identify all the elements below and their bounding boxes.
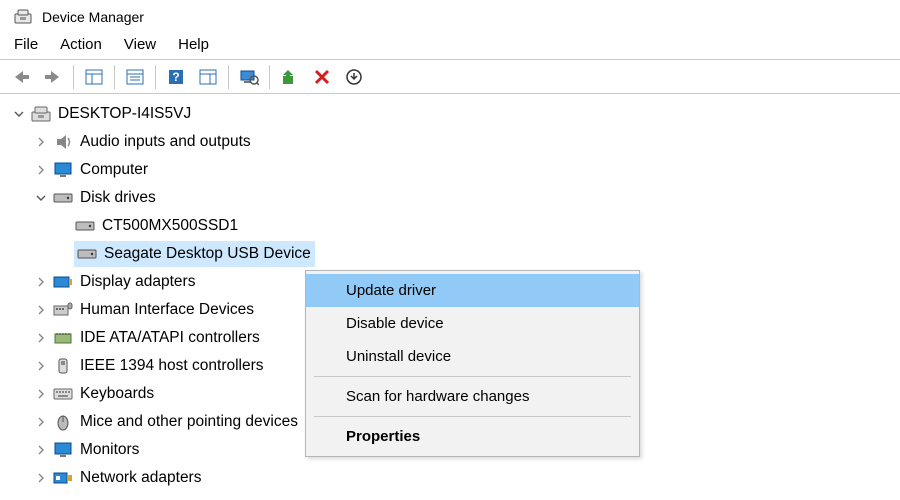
monitor-icon: [52, 439, 74, 461]
tree-item-label: Network adapters: [80, 469, 201, 487]
toolbar-separator: [73, 65, 74, 89]
tree-item-label: Keyboards: [80, 385, 154, 403]
chevron-down-icon[interactable]: [10, 105, 28, 123]
tree-item-label: IDE ATA/ATAPI controllers: [80, 329, 260, 347]
back-button[interactable]: [6, 63, 36, 91]
tree-item-computer[interactable]: Computer: [10, 156, 900, 184]
menu-view[interactable]: View: [124, 36, 156, 53]
tree-item-label: Mice and other pointing devices: [80, 413, 298, 431]
tree-item-audio[interactable]: Audio inputs and outputs: [10, 128, 900, 156]
menu-action[interactable]: Action: [60, 36, 102, 53]
menu-help[interactable]: Help: [178, 36, 209, 53]
disk-drive-icon: [76, 243, 98, 265]
tree-item-disk-child[interactable]: CT500MX500SSD1: [10, 212, 900, 240]
chevron-down-icon[interactable]: [32, 189, 50, 207]
chevron-right-icon[interactable]: [32, 357, 50, 375]
tree-item-label: Display adapters: [80, 273, 195, 291]
ctx-disable-device[interactable]: Disable device: [306, 307, 639, 340]
tree-item-label: CT500MX500SSD1: [102, 217, 238, 235]
ctx-update-driver[interactable]: Update driver: [306, 274, 639, 307]
ctx-uninstall-device[interactable]: Uninstall device: [306, 340, 639, 373]
show-hide-console-tree-button[interactable]: [79, 63, 109, 91]
menubar: File Action View Help: [0, 30, 900, 60]
chevron-right-icon[interactable]: [32, 385, 50, 403]
computer-icon: [30, 103, 52, 125]
chevron-right-icon[interactable]: [32, 161, 50, 179]
context-menu: Update driver Disable device Uninstall d…: [305, 270, 640, 457]
window-title: Device Manager: [42, 9, 144, 25]
disk-drive-icon: [52, 187, 74, 209]
chevron-right-icon[interactable]: [32, 469, 50, 487]
ide-controller-icon: [52, 327, 74, 349]
chevron-right-icon[interactable]: [32, 301, 50, 319]
toolbar-separator: [155, 65, 156, 89]
display-adapter-icon: [52, 271, 74, 293]
tree-item-network[interactable]: Network adapters: [10, 464, 900, 492]
tree-root-row[interactable]: DESKTOP-I4IS5VJ: [10, 100, 900, 128]
scan-hardware-button[interactable]: [234, 63, 264, 91]
tree-item-label: Monitors: [80, 441, 139, 459]
tree-item-label: IEEE 1394 host controllers: [80, 357, 264, 375]
ctx-scan-hardware[interactable]: Scan for hardware changes: [306, 380, 639, 413]
tree-item-label: Computer: [80, 161, 148, 179]
tree-root-label: DESKTOP-I4IS5VJ: [58, 105, 191, 123]
mouse-icon: [52, 411, 74, 433]
speaker-icon: [52, 131, 74, 153]
update-driver-button[interactable]: [275, 63, 305, 91]
help-button[interactable]: ?: [161, 63, 191, 91]
device-manager-icon: [14, 8, 32, 26]
toolbar-separator: [228, 65, 229, 89]
uninstall-device-button[interactable]: [339, 63, 369, 91]
forward-button[interactable]: [38, 63, 68, 91]
network-adapter-icon: [52, 467, 74, 489]
titlebar: Device Manager: [0, 0, 900, 30]
properties-button[interactable]: [120, 63, 150, 91]
chevron-right-icon[interactable]: [32, 133, 50, 151]
chevron-right-icon[interactable]: [32, 441, 50, 459]
toolbar-separator: [269, 65, 270, 89]
tree-item-label: Human Interface Devices: [80, 301, 254, 319]
toolbar-separator: [114, 65, 115, 89]
tree-item-disk-drives[interactable]: Disk drives: [10, 184, 900, 212]
tree-item-disk-child-selected[interactable]: Seagate Desktop USB Device: [10, 240, 900, 268]
chevron-right-icon[interactable]: [32, 273, 50, 291]
context-menu-separator: [314, 376, 631, 377]
keyboard-icon: [52, 383, 74, 405]
svg-text:?: ?: [172, 70, 179, 84]
chevron-right-icon[interactable]: [32, 329, 50, 347]
tree-item-label: Seagate Desktop USB Device: [104, 245, 311, 263]
tree-item-label: Audio inputs and outputs: [80, 133, 251, 151]
action-pane-button[interactable]: [193, 63, 223, 91]
context-menu-separator: [314, 416, 631, 417]
monitor-icon: [52, 159, 74, 181]
ctx-properties[interactable]: Properties: [306, 420, 639, 453]
hid-icon: [52, 299, 74, 321]
tree-item-label: Disk drives: [80, 189, 156, 207]
disable-device-button[interactable]: [307, 63, 337, 91]
toolbar: ?: [0, 60, 900, 94]
menu-file[interactable]: File: [14, 36, 38, 53]
disk-drive-icon: [74, 215, 96, 237]
firewire-icon: [52, 355, 74, 377]
chevron-right-icon[interactable]: [32, 413, 50, 431]
